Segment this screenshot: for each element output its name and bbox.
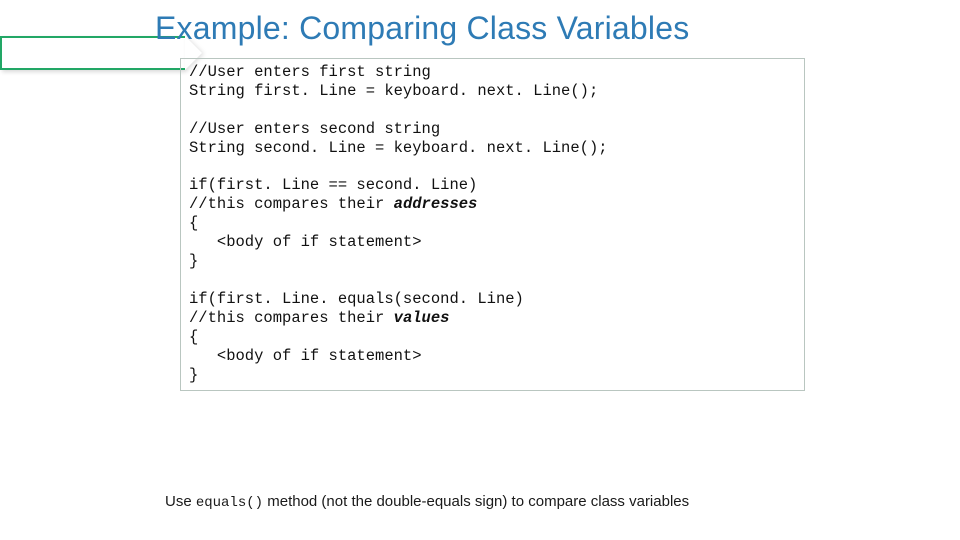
slide: Example: Comparing Class Variables //Use… <box>0 0 960 540</box>
code-line: String second. Line = keyboard. next. Li… <box>189 139 796 158</box>
emphasis-addresses: addresses <box>394 195 478 213</box>
code-line: { <box>189 328 796 347</box>
code-line: //User enters first string <box>189 63 796 82</box>
code-line: { <box>189 214 796 233</box>
code-text: //this compares their <box>189 195 394 213</box>
code-line: <body of if statement> <box>189 347 796 366</box>
code-line <box>189 271 796 290</box>
caption-post: method (not the double-equals sign) to c… <box>263 493 689 510</box>
code-text: //this compares their <box>189 309 394 327</box>
code-line <box>189 101 796 120</box>
code-line: //this compares their addresses <box>189 195 796 214</box>
code-line: String first. Line = keyboard. next. Lin… <box>189 82 796 101</box>
code-line: } <box>189 366 796 385</box>
code-line: //User enters second string <box>189 120 796 139</box>
code-line: //this compares their values <box>189 309 796 328</box>
code-line <box>189 158 796 177</box>
code-line: if(first. Line. equals(second. Line) <box>189 290 796 309</box>
emphasis-values: values <box>394 309 450 327</box>
code-line: } <box>189 252 796 271</box>
caption: Use equals() method (not the double-equa… <box>165 493 689 511</box>
code-line: <body of if statement> <box>189 233 796 252</box>
code-block: //User enters first string String first.… <box>180 58 805 391</box>
caption-pre: Use <box>165 493 196 510</box>
caption-mono: equals() <box>196 495 263 511</box>
slide-title: Example: Comparing Class Variables <box>155 10 689 47</box>
code-line: if(first. Line == second. Line) <box>189 176 796 195</box>
